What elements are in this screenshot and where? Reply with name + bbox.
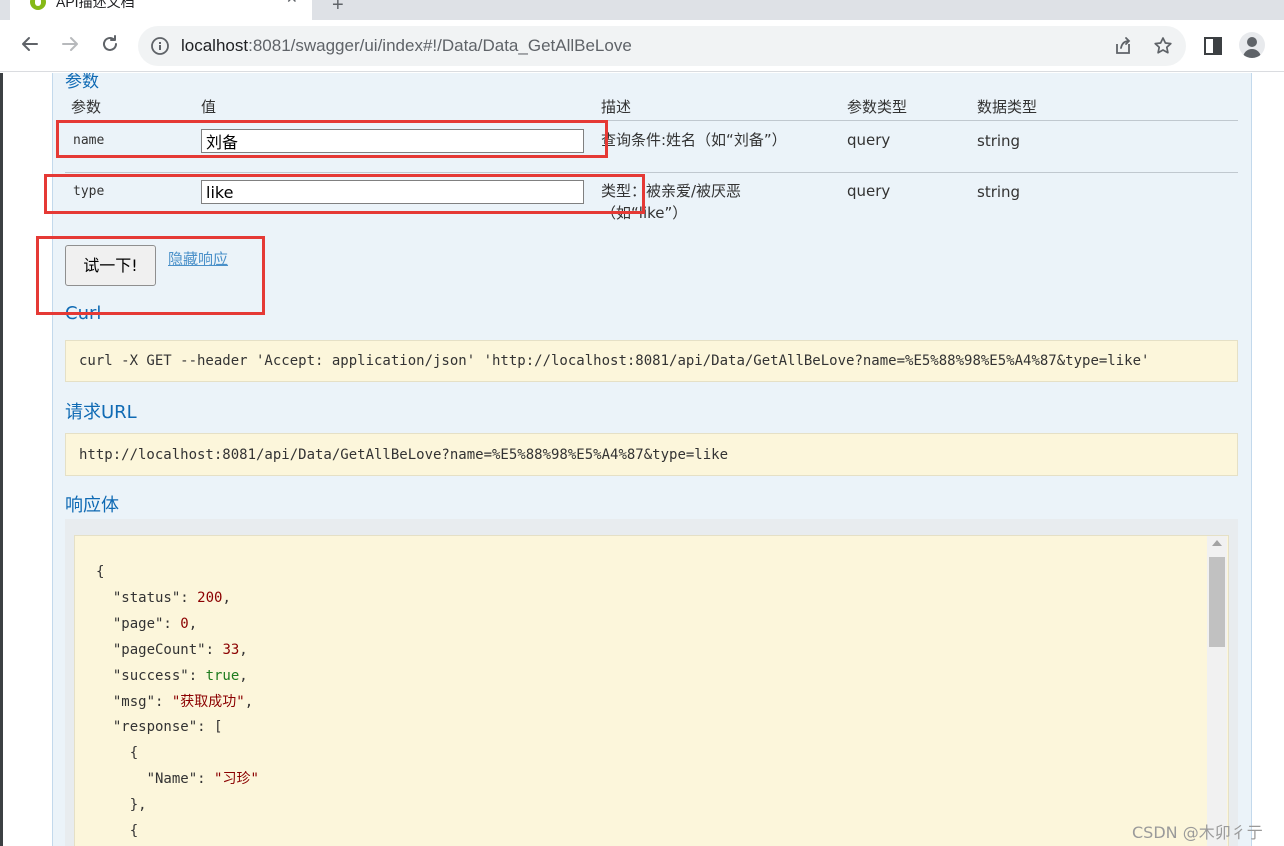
- watermark: CSDN @木卯彳亍: [1132, 823, 1263, 842]
- response-json: { "status": 200, "page": 0, "pageCount":…: [96, 564, 259, 840]
- col-header-value: 值: [201, 98, 217, 116]
- profile-avatar-icon[interactable]: [1239, 32, 1265, 58]
- json-success-value: true: [205, 667, 240, 684]
- annotation-box-type: [44, 174, 645, 214]
- json-page-value: 0: [180, 615, 189, 632]
- response-scrollbar[interactable]: [1207, 536, 1227, 846]
- request-url-section-title: 请求URL: [65, 402, 137, 423]
- json-status-value: 200: [197, 589, 223, 606]
- forward-button[interactable]: [56, 30, 84, 58]
- response-body-block: { "status": 200, "page": 0, "pageCount":…: [74, 535, 1229, 846]
- scroll-thumb[interactable]: [1209, 557, 1225, 647]
- info-icon[interactable]: [150, 36, 170, 56]
- col-header-data-type: 数据类型: [977, 98, 1038, 116]
- curl-command-block: curl -X GET --header 'Accept: applicatio…: [65, 340, 1238, 382]
- col-header-param-type: 参数类型: [847, 98, 908, 116]
- browser-toolbar: localhost:8081/swagger/ui/index#!/Data/D…: [0, 20, 1284, 72]
- col-header-param: 参数: [71, 98, 102, 116]
- tab-title: API描述文档: [56, 0, 135, 10]
- annotation-box-name: [56, 120, 608, 158]
- params-section-title: 参数: [65, 73, 99, 92]
- back-button[interactable]: [16, 30, 44, 58]
- share-icon[interactable]: [1112, 35, 1134, 57]
- window-edge: [0, 73, 3, 846]
- data-type-name: string: [977, 132, 1021, 150]
- scroll-up-arrow-icon[interactable]: [1212, 540, 1222, 546]
- json-name-value: "习珍": [214, 771, 259, 788]
- row-divider: [65, 172, 1238, 173]
- param-type-type: query: [847, 182, 891, 200]
- address-bar[interactable]: localhost:8081/swagger/ui/index#!/Data/D…: [138, 26, 1186, 66]
- url-text[interactable]: localhost:8081/swagger/ui/index#!/Data/D…: [181, 36, 632, 56]
- new-tab-icon[interactable]: +: [332, 0, 344, 17]
- response-body-section-title: 响应体: [65, 495, 119, 516]
- bookmark-star-icon[interactable]: [1152, 35, 1174, 57]
- reload-icon: [103, 35, 117, 51]
- side-panel-icon[interactable]: [1202, 35, 1224, 57]
- param-type-name: query: [847, 131, 891, 149]
- swagger-favicon-icon: [30, 0, 46, 10]
- json-pagecount-value: 33: [222, 641, 240, 658]
- col-header-description: 描述: [601, 98, 632, 116]
- reload-button[interactable]: [96, 30, 124, 58]
- page-viewport: 参数 参数 值 描述 参数类型 数据类型 name 查询条件:姓名（如“刘备”）…: [0, 73, 1284, 846]
- arrow-left-icon: [22, 37, 38, 51]
- request-url-block: http://localhost:8081/api/Data/GetAllBeL…: [65, 433, 1238, 476]
- param-description-name: 查询条件:姓名（如“刘备”）: [601, 131, 787, 149]
- data-type-type: string: [977, 183, 1021, 201]
- close-tab-icon[interactable]: ✕: [286, 0, 298, 5]
- annotation-box-try: [36, 236, 265, 315]
- tab-strip: API描述文档 ✕ +: [0, 0, 1284, 20]
- browser-tab[interactable]: API描述文档 ✕: [10, 0, 312, 20]
- arrow-right-icon: [62, 37, 78, 51]
- json-msg-value: "获取成功": [171, 693, 245, 710]
